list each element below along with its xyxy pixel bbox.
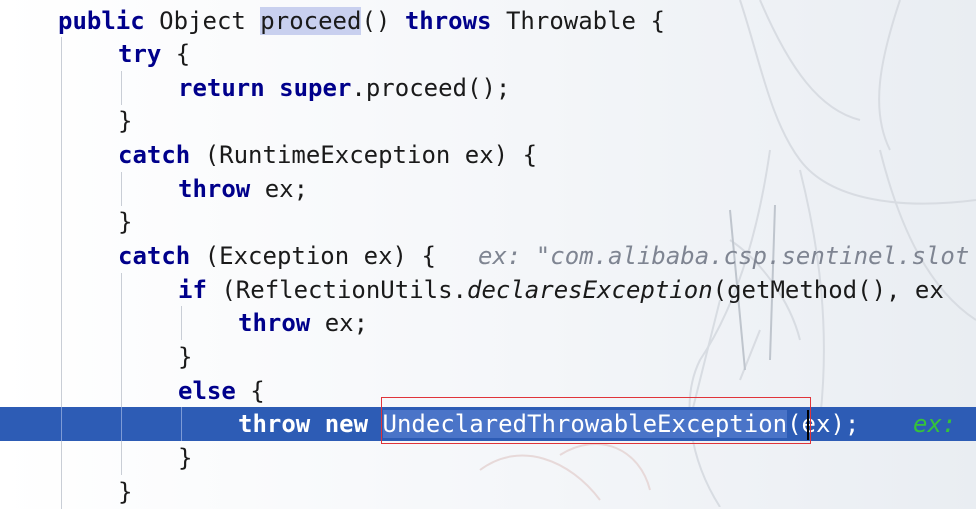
indent-guide — [181, 306, 182, 340]
code-line-2[interactable]: try { — [0, 37, 976, 71]
text-caret — [807, 410, 809, 440]
indent-guide — [61, 340, 62, 374]
code-line-5[interactable]: catch (RuntimeException ex) { — [0, 138, 976, 172]
selection-highlight-box — [381, 397, 811, 444]
debug-inline-value: ex: — [913, 410, 957, 438]
indent-guide — [61, 138, 62, 172]
indent-guide — [181, 407, 182, 441]
indent-guide — [121, 374, 122, 408]
indent-guide — [121, 71, 122, 105]
indent-guide — [61, 205, 62, 239]
indent-guide — [121, 441, 122, 475]
code-line-11[interactable]: } — [0, 340, 976, 374]
indent-guide — [61, 475, 62, 509]
indent-guide — [61, 239, 62, 273]
indent-guide — [121, 340, 122, 374]
code-line-1[interactable]: public Object proceed() throws Throwable… — [0, 4, 976, 38]
indent-guide — [61, 407, 62, 441]
indent-guide — [61, 441, 62, 475]
code-line-10[interactable]: throw ex; — [0, 306, 976, 340]
indent-guide — [61, 172, 62, 206]
method-name-highlight: proceed — [260, 7, 362, 35]
indent-guide — [61, 104, 62, 138]
code-line-3[interactable]: return super.proceed(); — [0, 71, 976, 105]
code-editor[interactable]: public Object proceed() throws Throwable… — [0, 0, 976, 509]
method-signature: public Object proceed() throws Throwable… — [58, 7, 665, 35]
code-line-6[interactable]: throw ex; — [0, 172, 976, 206]
indent-guide — [121, 172, 122, 206]
debug-inline-value: ex: "com.alibaba.csp.sentinel.slot — [478, 242, 970, 270]
indent-guide — [61, 37, 62, 71]
indent-guide — [121, 273, 122, 307]
code-line-8[interactable]: catch (Exception ex) { ex: "com.alibaba.… — [0, 239, 976, 273]
code-line-7[interactable]: } — [0, 205, 976, 239]
indent-guide — [121, 306, 122, 340]
indent-guide — [61, 374, 62, 408]
code-line-9[interactable]: if (ReflectionUtils.declaresException(ge… — [0, 273, 976, 307]
indent-guide — [61, 273, 62, 307]
indent-guide — [61, 306, 62, 340]
indent-guide — [61, 71, 62, 105]
code-line-14[interactable]: } — [0, 441, 976, 475]
code-line-4[interactable]: } — [0, 104, 976, 138]
indent-guide — [121, 407, 122, 441]
code-line-15[interactable]: } — [0, 475, 976, 509]
